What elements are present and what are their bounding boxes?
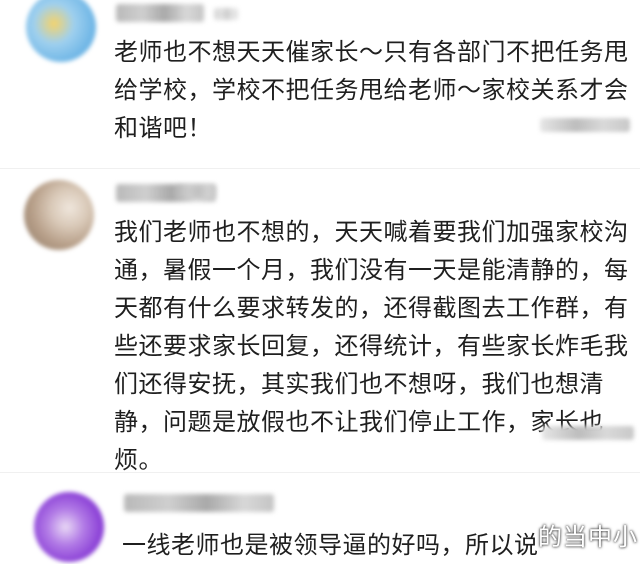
username-blurred-2 [176, 184, 216, 198]
avatar[interactable] [26, 0, 96, 62]
comment-meta-blurred [542, 426, 634, 440]
avatar[interactable] [24, 180, 94, 250]
comment-1: 老师也不想天天催家长～只有各部门不把任务甩给学校，学校不把任务甩给老师～家校关系… [0, 0, 640, 178]
divider [0, 472, 640, 473]
comment-meta-blurred [540, 118, 630, 132]
watermark-text: 的当中小 [538, 523, 638, 551]
username-blurred[interactable] [116, 4, 204, 22]
username-blurred[interactable] [124, 494, 274, 512]
avatar[interactable] [34, 492, 104, 562]
username-blurred-2 [214, 8, 238, 20]
comment-2: 我们老师也不想的，天天喊着要我们加强家校沟通，暑假一个月，我们没有一天是能清静的… [0, 170, 640, 474]
divider [0, 168, 640, 169]
